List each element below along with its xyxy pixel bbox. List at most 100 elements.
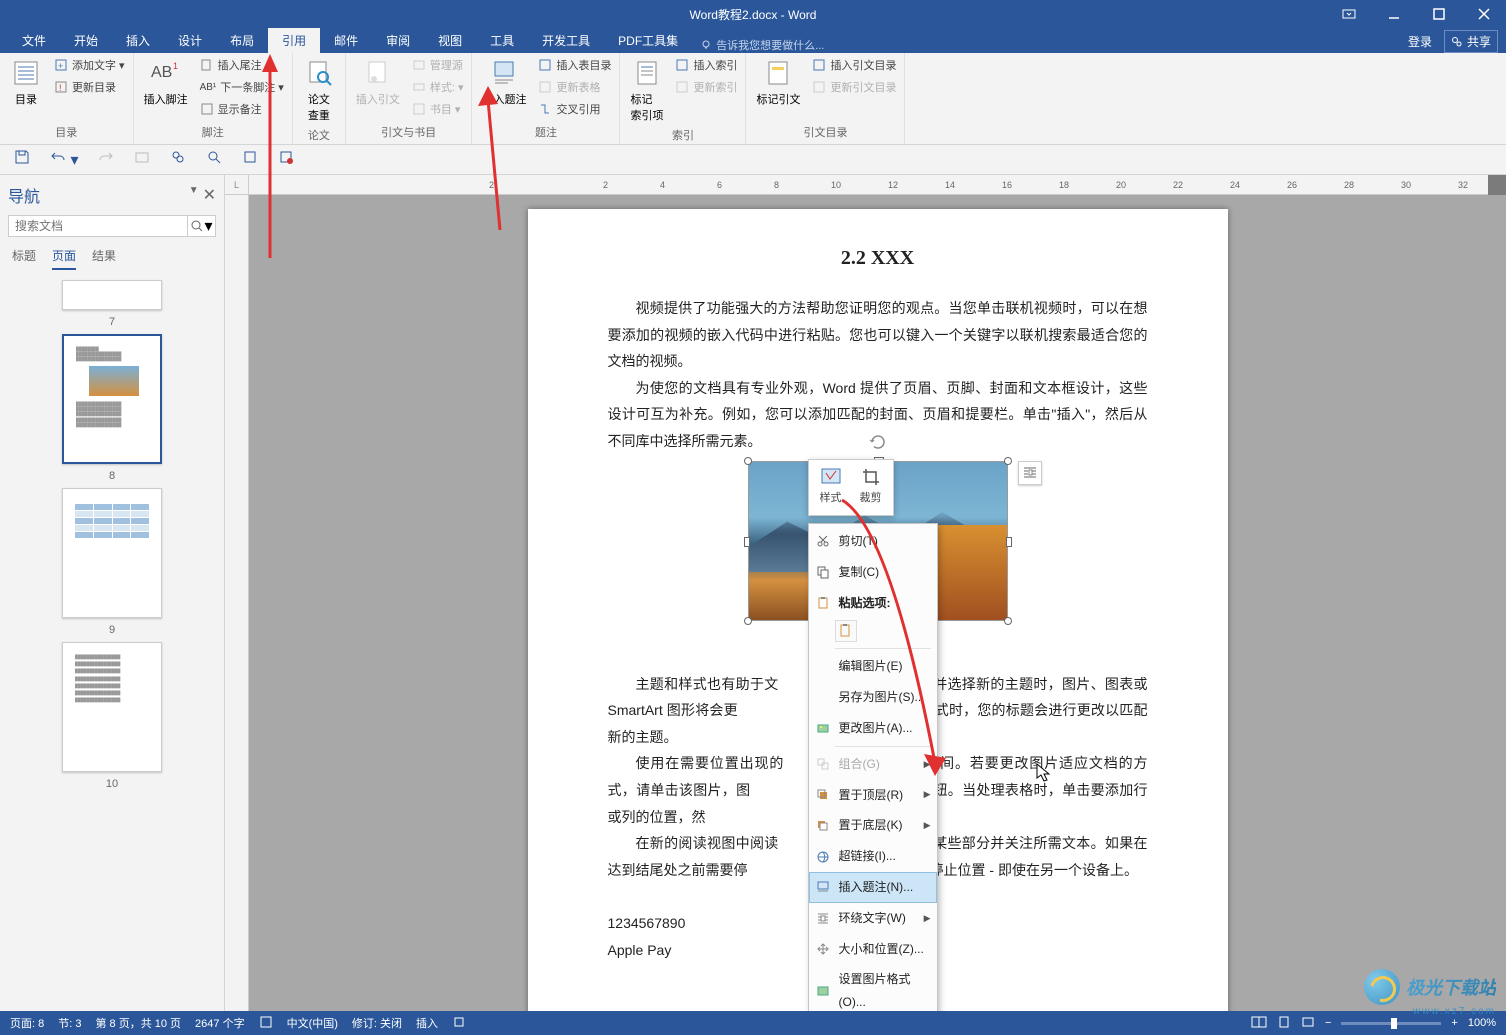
view-readmode-icon[interactable] xyxy=(1251,1015,1267,1032)
qat-btn-6[interactable] xyxy=(206,149,222,170)
resize-handle-tl[interactable] xyxy=(744,457,752,465)
navpane-dropdown-icon[interactable]: ▼ xyxy=(189,185,199,205)
tab-邮件[interactable]: 邮件 xyxy=(320,28,372,53)
navtab-headings[interactable]: 标题 xyxy=(12,247,36,270)
save-icon[interactable] xyxy=(14,149,30,170)
show-notes-button[interactable]: 显示备注 xyxy=(196,99,288,119)
view-print-icon[interactable] xyxy=(1277,1015,1291,1032)
sb-wordcount[interactable]: 2647 个字 xyxy=(195,1015,245,1031)
tab-布局[interactable]: 布局 xyxy=(216,28,268,53)
cross-ref-button[interactable]: 交叉引用 xyxy=(534,99,615,119)
maximize-icon[interactable] xyxy=(1416,0,1461,28)
login-link[interactable]: 登录 xyxy=(1408,33,1432,50)
sb-page[interactable]: 页面: 8 xyxy=(10,1015,44,1031)
tab-开发工具[interactable]: 开发工具 xyxy=(528,28,604,53)
resize-handle-mr[interactable] xyxy=(1006,537,1012,547)
cm-send-back[interactable]: 置于底层(K)▶ xyxy=(809,810,937,841)
tab-工具[interactable]: 工具 xyxy=(476,28,528,53)
minimize-icon[interactable] xyxy=(1371,0,1416,28)
resize-handle-ml[interactable] xyxy=(744,537,750,547)
undo-icon[interactable]: ▾ xyxy=(50,149,78,170)
tab-设计[interactable]: 设计 xyxy=(164,28,216,53)
cm-change-picture[interactable]: 更改图片(A)... xyxy=(809,713,937,744)
qat-btn-4[interactable] xyxy=(134,149,150,170)
cm-hyperlink[interactable]: 超链接(I)... xyxy=(809,841,937,872)
navtab-pages[interactable]: 页面 xyxy=(52,247,76,270)
horizontal-ruler[interactable]: 224681012141618202224262830323436384042 xyxy=(249,175,1488,195)
view-web-icon[interactable] xyxy=(1301,1015,1315,1032)
cm-copy[interactable]: 复制(C) xyxy=(809,557,937,588)
navpane-close-icon[interactable]: ✕ xyxy=(203,185,216,205)
resize-handle-br[interactable] xyxy=(1004,617,1012,625)
insert-citation-button[interactable]: 插入引文 xyxy=(350,55,406,109)
insert-authorities-button[interactable]: 插入引文目录 xyxy=(808,55,900,75)
ruler-corner[interactable]: L xyxy=(225,175,249,195)
insert-caption-button[interactable]: 插入题注 xyxy=(476,55,532,109)
add-text-button[interactable]: +添加文字 ▾ xyxy=(50,55,129,75)
cm-insert-caption[interactable]: 插入题注(N)... xyxy=(809,872,937,903)
tab-视图[interactable]: 视图 xyxy=(424,28,476,53)
sb-macro-icon[interactable] xyxy=(452,1015,466,1032)
qat-btn-8[interactable] xyxy=(278,149,294,170)
resize-handle-bl[interactable] xyxy=(744,617,752,625)
update-authorities-button[interactable]: 更新引文目录 xyxy=(808,77,900,97)
page-thumb-8[interactable]: ████████████████████████████████████████… xyxy=(62,334,162,464)
redo-icon[interactable] xyxy=(98,149,114,170)
zoom-out-icon[interactable]: − xyxy=(1325,1017,1331,1029)
page-thumb-9[interactable] xyxy=(62,488,162,618)
insert-index-button[interactable]: 插入索引 xyxy=(671,55,741,75)
rotate-handle-icon[interactable] xyxy=(869,433,887,460)
tab-引用[interactable]: 引用 xyxy=(268,28,320,53)
cm-wrap-text[interactable]: 环绕文字(W)▶ xyxy=(809,903,937,934)
tab-插入[interactable]: 插入 xyxy=(112,28,164,53)
document-page[interactable]: 2.2 XXX 视频提供了功能强大的方法帮助您证明您的观点。当您单击联机视频时，… xyxy=(528,209,1228,1011)
cm-format-picture[interactable]: 设置图片格式(O)... xyxy=(809,964,937,1011)
page-thumb-10[interactable]: ████████████████████████████████████████… xyxy=(62,642,162,772)
zoom-slider[interactable] xyxy=(1341,1022,1441,1025)
mark-index-button[interactable]: 标记 索引项 xyxy=(624,55,669,125)
styles-button[interactable]: 样式 xyxy=(813,464,849,511)
cm-size-position[interactable]: 大小和位置(Z)... xyxy=(809,934,937,965)
mark-citation-button[interactable]: 标记引文 xyxy=(750,55,806,109)
paper-check-button[interactable]: 论文 查重 xyxy=(297,55,341,125)
toc-button[interactable]: 目录 xyxy=(4,55,48,109)
sb-language[interactable]: 中文(中国) xyxy=(287,1015,338,1031)
close-icon[interactable] xyxy=(1461,0,1506,28)
vertical-ruler[interactable] xyxy=(225,195,249,1011)
paste-option-1[interactable] xyxy=(835,620,857,642)
tab-文件[interactable]: 文件 xyxy=(8,28,60,53)
tab-开始[interactable]: 开始 xyxy=(60,28,112,53)
crop-button[interactable]: 裁剪 xyxy=(853,464,889,511)
zoom-level[interactable]: 100% xyxy=(1468,1017,1496,1029)
cm-group[interactable]: 组合(G)▶ xyxy=(809,749,937,780)
update-index-button[interactable]: 更新索引 xyxy=(671,77,741,97)
share-button[interactable]: 共享 xyxy=(1444,30,1498,53)
cm-cut[interactable]: 剪切(T) xyxy=(809,526,937,557)
sb-insert-mode[interactable]: 插入 xyxy=(416,1015,438,1031)
qat-btn-5[interactable] xyxy=(170,149,186,170)
sb-spellcheck-icon[interactable] xyxy=(259,1015,273,1032)
resize-handle-tr[interactable] xyxy=(1004,457,1012,465)
search-button[interactable]: ▾ xyxy=(188,215,216,237)
sb-track-changes[interactable]: 修订: 关闭 xyxy=(352,1015,402,1031)
page-thumb-7[interactable] xyxy=(62,280,162,310)
cm-edit-picture[interactable]: 编辑图片(E) xyxy=(809,651,937,682)
manage-sources-button[interactable]: 管理源 xyxy=(408,55,468,75)
layout-options-button[interactable] xyxy=(1018,461,1042,485)
insert-table-figures-button[interactable]: 插入表目录 xyxy=(534,55,615,75)
cm-bring-front[interactable]: 置于顶层(R)▶ xyxy=(809,780,937,811)
style-dropdown[interactable]: 样式: ▾ xyxy=(408,77,468,97)
insert-footnote-button[interactable]: AB1 插入脚注 xyxy=(138,55,194,109)
insert-endnote-button[interactable]: 插入尾注 xyxy=(196,55,288,75)
navtab-results[interactable]: 结果 xyxy=(92,247,116,270)
update-table-button[interactable]: 更新表格 xyxy=(534,77,615,97)
tab-审阅[interactable]: 审阅 xyxy=(372,28,424,53)
cm-save-as-picture[interactable]: 另存为图片(S)... xyxy=(809,682,937,713)
tell-me-search[interactable]: 告诉我您想要做什么... xyxy=(692,37,1408,53)
qat-btn-7[interactable] xyxy=(242,149,258,170)
search-input[interactable] xyxy=(8,215,188,237)
sb-page-of[interactable]: 第 8 页，共 10 页 xyxy=(95,1015,181,1031)
bibliography-button[interactable]: 书目 ▾ xyxy=(408,99,468,119)
update-toc-button[interactable]: !更新目录 xyxy=(50,77,129,97)
zoom-in-icon[interactable]: + xyxy=(1451,1017,1457,1029)
